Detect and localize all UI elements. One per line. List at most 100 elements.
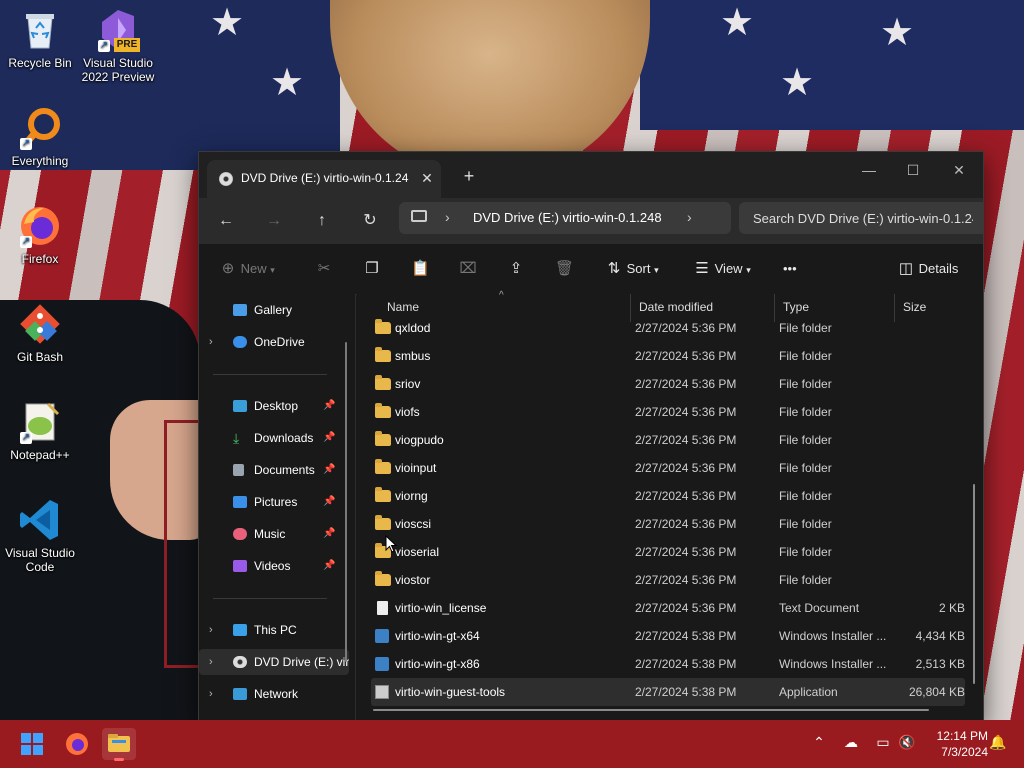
file-row[interactable]: viogpudo 2/27/2024 5:36 PM File folder xyxy=(371,426,965,454)
new-button[interactable]: ⊕ New ▾ xyxy=(219,256,275,282)
nav-item-videos[interactable]: Videos 📌 xyxy=(199,553,349,579)
expand-chevron-icon[interactable]: › xyxy=(209,649,221,675)
taskbar-clock[interactable]: 12:14 PM 7/3/2024 xyxy=(918,728,988,760)
file-row[interactable]: virtio-win_license 2/27/2024 5:36 PM Text … xyxy=(371,594,965,622)
file-row[interactable]: sriov 2/27/2024 5:36 PM File folder xyxy=(371,370,965,398)
nav-item-downloads[interactable]: ⤓ Downloads 📌 xyxy=(199,425,349,451)
file-row[interactable]: viofs 2/27/2024 5:36 PM File folder xyxy=(371,398,965,426)
view-button[interactable]: ☰ View ▾ xyxy=(693,256,750,282)
vertical-scrollbar[interactable] xyxy=(973,484,975,684)
desktop-icon-firefox[interactable]: ↗ Firefox xyxy=(0,204,80,266)
pin-icon[interactable]: 📌 xyxy=(323,521,335,547)
chevron-down-icon: ▾ xyxy=(270,265,275,275)
copy-button[interactable]: ❐ xyxy=(363,256,381,282)
expand-chevron-icon[interactable]: › xyxy=(209,617,221,643)
file-row[interactable]: virtio-win-gt-x64 2/27/2024 5:38 PM Window… xyxy=(371,622,965,650)
desktop-icon-everything[interactable]: ↗ Everything xyxy=(0,106,80,168)
desktop-icon-notepad-plus-plus[interactable]: ↗ Notepad++ xyxy=(0,400,80,462)
file-row[interactable]: viostor 2/27/2024 5:36 PM File folder xyxy=(371,566,965,594)
scissors-icon: ✂ xyxy=(317,260,331,277)
details-button[interactable]: ◫ Details xyxy=(897,256,958,282)
desktop-icon-recycle-bin[interactable]: Recycle Bin xyxy=(0,8,80,70)
rename-button[interactable]: ⌧ xyxy=(459,256,477,282)
file-row[interactable]: smbus 2/27/2024 5:36 PM File folder xyxy=(371,342,965,370)
search-input[interactable] xyxy=(739,202,975,234)
file-date-modified: 2/27/2024 5:36 PM xyxy=(635,461,737,475)
file-row[interactable]: vioserial 2/27/2024 5:36 PM File folder xyxy=(371,538,965,566)
pin-icon[interactable]: 📌 xyxy=(323,393,335,419)
nav-item-dvd-drive[interactable]: › DVD Drive (E:) virtio-win-0.1.248 xyxy=(199,649,349,675)
minimize-button[interactable]: — xyxy=(847,156,891,184)
pin-icon[interactable]: 📌 xyxy=(323,425,335,451)
chevron-down-icon: ▾ xyxy=(654,265,659,275)
file-row[interactable]: qxldod 2/27/2024 5:36 PM File folder xyxy=(371,314,965,342)
paste-button[interactable]: 📋 xyxy=(411,256,430,282)
tab-dvd-drive[interactable]: DVD Drive (E:) virtio-win-0.1.248 ✕ xyxy=(207,160,441,198)
desktop-icon-visual-studio[interactable]: PRE ↗ Visual Studio 2022 Preview xyxy=(78,8,158,84)
show-hidden-icons-chevron-icon[interactable]: ⌃ xyxy=(809,734,829,754)
pin-icon[interactable]: 📌 xyxy=(323,489,335,515)
share-button[interactable]: ⇪ xyxy=(507,256,525,282)
delete-button[interactable]: 🗑 xyxy=(555,256,574,282)
file-row[interactable]: vioinput 2/27/2024 5:36 PM File folder xyxy=(371,454,965,482)
desktop-icon-vscode[interactable]: Visual Studio Code xyxy=(0,498,80,574)
cloud-icon xyxy=(233,336,247,348)
file-date-modified: 2/27/2024 5:36 PM xyxy=(635,489,737,503)
wallpaper-star: ★ xyxy=(780,62,815,104)
search-box[interactable] xyxy=(739,202,983,234)
address-bar[interactable]: › DVD Drive (E:) virtio-win-0.1.248 › xyxy=(399,202,731,234)
new-tab-button[interactable]: + xyxy=(457,164,481,188)
pin-icon[interactable]: 📌 xyxy=(323,457,335,483)
nav-item-network[interactable]: › Network xyxy=(199,681,349,707)
file-name: vioserial xyxy=(395,545,440,559)
desktop-icon-git-bash[interactable]: Git Bash xyxy=(0,302,80,364)
nav-pane-scrollbar[interactable] xyxy=(345,342,347,662)
back-button[interactable]: ← xyxy=(211,206,241,236)
pin-icon[interactable]: 📌 xyxy=(323,553,335,579)
file-type: Windows Installer ... xyxy=(779,657,887,671)
documents-icon xyxy=(233,464,244,476)
volume-muted-icon[interactable]: 🔇 xyxy=(897,734,917,754)
nav-item-music[interactable]: Music 📌 xyxy=(199,521,349,547)
nav-item-onedrive[interactable]: › OneDrive xyxy=(199,329,349,355)
forward-button[interactable]: → xyxy=(259,206,289,236)
horizontal-scrollbar[interactable] xyxy=(373,709,929,711)
see-more-button[interactable]: ••• xyxy=(783,256,797,282)
onedrive-offline-icon[interactable]: ☁ xyxy=(841,734,861,754)
taskbar-firefox-button[interactable] xyxy=(60,728,94,760)
close-tab-icon[interactable]: ✕ xyxy=(417,168,437,188)
file-name: viorng xyxy=(395,489,428,503)
pictures-icon xyxy=(233,496,247,508)
expand-chevron-icon[interactable]: › xyxy=(209,329,221,355)
breadcrumb-current[interactable]: DVD Drive (E:) virtio-win-0.1.248 xyxy=(473,210,662,225)
maximize-button[interactable]: ☐ xyxy=(891,156,935,184)
file-date-modified: 2/27/2024 5:36 PM xyxy=(635,573,737,587)
expand-chevron-icon[interactable]: › xyxy=(209,681,221,707)
network-icon xyxy=(233,688,247,700)
dvd-drive-icon xyxy=(219,172,233,186)
file-row[interactable]: virtio-win-gt-x86 2/27/2024 5:38 PM Window… xyxy=(371,650,965,678)
notification-icon[interactable]: 🔔 xyxy=(988,734,1008,754)
file-name: virtio-win-gt-x86 xyxy=(395,657,480,671)
navigation-bar: ← → ↑ ↻ › DVD Drive (E:) virtio-win-0.1.… xyxy=(199,198,983,244)
everything-search-icon: ↗ xyxy=(18,106,62,150)
file-row[interactable]: vioscsi 2/27/2024 5:36 PM File folder xyxy=(371,510,965,538)
up-button[interactable]: ↑ xyxy=(307,206,337,236)
breadcrumb-chevron-icon[interactable]: › xyxy=(445,209,450,225)
network-icon[interactable]: ▭ xyxy=(873,734,893,754)
start-button[interactable] xyxy=(16,728,50,760)
nav-item-pictures[interactable]: Pictures 📌 xyxy=(199,489,349,515)
file-row[interactable]: viorng 2/27/2024 5:36 PM File folder xyxy=(371,482,965,510)
refresh-button[interactable]: ↻ xyxy=(355,206,385,236)
nav-item-this-pc[interactable]: › This PC xyxy=(199,617,349,643)
file-row[interactable]: virtio-win-guest-tools 2/27/2024 5:38 PM A… xyxy=(371,678,965,706)
sort-button[interactable]: ⇅ Sort ▾ xyxy=(605,256,659,282)
file-date-modified: 2/27/2024 5:36 PM xyxy=(635,405,737,419)
nav-item-desktop[interactable]: Desktop 📌 xyxy=(199,393,349,419)
taskbar-file-explorer-button[interactable] xyxy=(102,728,136,761)
nav-item-documents[interactable]: Documents 📌 xyxy=(199,457,349,483)
breadcrumb-chevron-icon[interactable]: › xyxy=(687,209,692,225)
close-window-button[interactable]: ✕ xyxy=(937,156,981,184)
nav-item-gallery[interactable]: Gallery xyxy=(199,297,349,323)
cut-button[interactable]: ✂ xyxy=(315,256,333,282)
